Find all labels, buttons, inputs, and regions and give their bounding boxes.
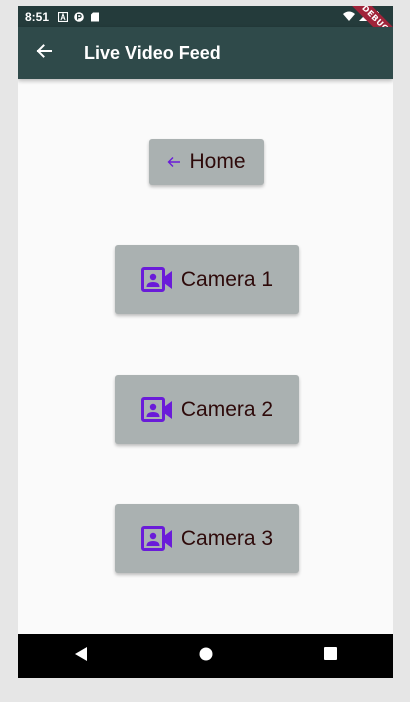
a-notification-icon — [58, 11, 69, 22]
p-notification-icon — [74, 11, 84, 22]
home-button-label: Home — [189, 150, 246, 173]
camera-3-label: Camera 3 — [180, 526, 274, 550]
arrow-back-icon — [36, 43, 52, 64]
status-bar: 8:51 DEBUG — [18, 6, 393, 53]
nav-back-button[interactable] — [59, 634, 103, 678]
camera-2-label: Camera 2 — [180, 397, 274, 421]
nav-recents-button[interactable] — [309, 634, 353, 678]
video-camera-icon — [140, 525, 173, 552]
wifi-icon — [343, 10, 355, 24]
video-camera-icon — [140, 396, 173, 423]
device-frame: 8:51 DEBUG Live Video Feed Home Camera 1… — [0, 0, 410, 702]
camera-1-label: Camera 1 — [180, 267, 274, 291]
page-title: Live Video Feed — [84, 42, 221, 63]
camera-3-button[interactable]: Camera 3 — [115, 504, 299, 573]
video-camera-icon — [140, 266, 173, 293]
system-nav-bar — [18, 634, 393, 678]
status-time: 8:51 — [25, 9, 50, 24]
nav-recents-icon — [324, 647, 337, 665]
back-button[interactable] — [18, 27, 70, 79]
screen: 8:51 DEBUG Live Video Feed Home Camera 1… — [18, 6, 393, 678]
nav-home-button[interactable] — [184, 634, 228, 678]
camera-1-button[interactable]: Camera 1 — [115, 245, 299, 314]
status-notification-icons — [58, 11, 100, 22]
main-content: Home Camera 1 Camera 2 Camera 3 — [18, 79, 393, 634]
sd-card-icon — [90, 12, 100, 22]
home-button[interactable]: Home — [149, 139, 264, 185]
nav-home-icon — [199, 647, 213, 666]
camera-2-button[interactable]: Camera 2 — [115, 375, 299, 444]
arrow-back-icon — [167, 156, 181, 168]
nav-back-icon — [74, 646, 88, 666]
app-bar: Live Video Feed — [18, 27, 393, 79]
